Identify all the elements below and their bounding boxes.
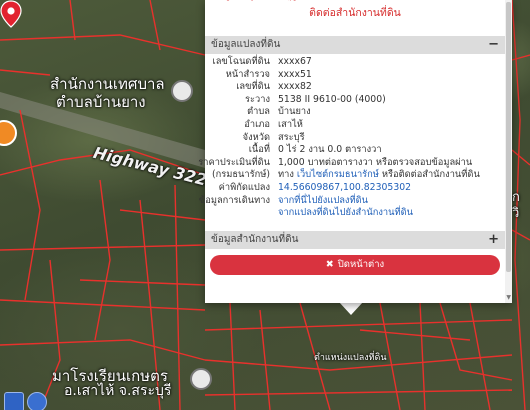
detail-value: 1,000 บาทต่อตารางวา หรือตรวจสอบข้อมูลผ่า… — [278, 156, 473, 168]
expand-icon[interactable]: + — [488, 231, 499, 249]
parcel-detail-row: จากแปลงที่ดินไปยังสำนักงานที่ดิน — [205, 207, 505, 220]
parcel-detail-row: เลขที่ดิน xxxx82 — [205, 81, 505, 94]
detail-key: จังหวัด — [242, 131, 270, 143]
close-window-button[interactable]: ✖ ปิดหน้าต่าง — [210, 255, 500, 275]
parcel-detail-row: จังหวัด สระบุรี — [205, 132, 505, 145]
map-layer-button[interactable] — [4, 392, 24, 410]
detail-value: ทาง เว็บไซต์กรมธนารักษ์ หรือติดต่อสำนักง… — [278, 169, 480, 182]
parcel-boundary — [204, 319, 513, 331]
parcel-detail-row: ข้อมูลการเดินทาง จากที่นี่ไปยังแปลงที่ดิน — [199, 195, 505, 208]
detail-value: สระบุรี — [278, 131, 305, 143]
detail-key: ระวาง — [245, 93, 270, 105]
detail-key: อำเภอ — [244, 118, 270, 130]
detail-link[interactable]: จากแปลงที่ดินไปยังสำนักงานที่ดิน — [278, 207, 413, 220]
detail-value: เสาไห้ — [278, 118, 303, 130]
detail-value-text: ทาง — [278, 169, 297, 181]
close-window-label: ปิดหน้าต่าง — [337, 259, 385, 270]
office-section-header[interactable]: ข้อมูลสำนักงานที่ดิน + — [205, 231, 505, 249]
treasury-website-link[interactable]: เว็บไซต์กรมธนารักษ์ — [297, 169, 379, 180]
parcel-info-popup: ติดต่อสำนักงานที่ดิน ติดต่อสำนักงานที่ดิ… — [198, 0, 512, 303]
detail-key: ค่าพิกัดแปลง — [218, 181, 270, 193]
detail-value: 0 ไร่ 2 งาน 0.0 ตารางวา — [278, 144, 382, 156]
collapse-icon[interactable]: − — [488, 36, 499, 54]
detail-value: xxxx51 — [278, 68, 312, 80]
parcel-detail-row: ตำบล บ้านยาง — [205, 106, 505, 119]
detail-key: ตำบล — [247, 106, 270, 118]
close-icon: ✖ — [325, 259, 334, 270]
parcel-detail-row: ระวาง 5138 II 9610-00 (4000) — [205, 94, 505, 107]
parcel-boundary — [119, 209, 206, 221]
parcel-detail-row: หน้าสำรวจ xxxx51 — [205, 69, 505, 82]
detail-key: เนื้อที่ — [248, 144, 270, 156]
parcel-boundary — [511, 229, 530, 241]
contact-note-prev-line: ติดต่อสำนักงานที่ดิน — [225, 0, 495, 1]
parcel-boundary — [0, 339, 206, 361]
scroll-down-icon[interactable]: ▼ — [506, 294, 511, 301]
contact-land-office-note: ติดต่อสำนักงานที่ดิน — [309, 7, 401, 19]
detail-value: บ้านยาง — [278, 106, 311, 118]
parcel-boundary — [439, 302, 513, 381]
map-locate-button[interactable] — [27, 392, 47, 410]
detail-key: เลขโฉนดที่ดิน — [212, 56, 270, 67]
parcel-boundary — [0, 34, 206, 56]
map-label-parcel-marker: ตำแหน่งแปลงที่ดิน — [314, 353, 387, 363]
parcel-boundary — [511, 54, 530, 61]
parcel-detail-list: เลขโฉนดที่ดิน xxxx67 หน้าสำรวจ xxxx51 เลขที่… — [198, 56, 505, 220]
parcel-boundary — [204, 389, 513, 396]
school-poi-icon[interactable] — [190, 368, 212, 390]
popup-scrollbar[interactable]: ▼ — [505, 0, 512, 303]
detail-link[interactable]: 14.56609867,100.82305302 — [278, 182, 411, 195]
detail-key: (กรมธนารักษ์) — [211, 169, 270, 181]
parcel-boundary — [79, 279, 206, 286]
detail-key: เลขที่ดิน — [236, 81, 270, 93]
parcel-boundary — [259, 309, 271, 410]
parcel-boundary — [0, 69, 51, 76]
parcel-boundary — [0, 244, 206, 251]
scrollbar-thumb[interactable] — [506, 2, 511, 272]
parcel-boundary — [174, 184, 181, 410]
detail-key: ราคาประเมินที่ดิน — [198, 156, 270, 168]
popup-tail — [339, 302, 363, 315]
parcel-detail-row: ราคาประเมินที่ดิน 1,000 บาทต่อตารางวา หรื… — [198, 156, 505, 170]
map-label-district: อ.เสาไห้ จ.สระบุรี — [64, 383, 172, 399]
map-label-edge: วิ — [512, 206, 520, 221]
map-label-subdistrict: ตำบลบ้านยาง — [56, 93, 146, 111]
detail-key: ข้อมูลการเดินทาง — [198, 194, 270, 206]
detail-key: หน้าสำรวจ — [225, 68, 270, 80]
parcel-detail-row: เลขโฉนดที่ดิน xxxx67 — [205, 56, 505, 69]
parcel-boundary — [94, 179, 111, 341]
parcel-boundary — [19, 109, 41, 301]
detail-value: xxxx82 — [278, 81, 312, 93]
parcel-section-header[interactable]: ข้อมูลแปลงที่ดิน − — [205, 36, 505, 54]
parcel-detail-row: (กรมธนารักษ์) ทาง เว็บไซต์กรมธนารักษ์ หรื… — [205, 169, 505, 182]
parcel-detail-row: อำเภอ เสาไห้ — [205, 119, 505, 132]
office-section-title: ข้อมูลสำนักงานที่ดิน — [211, 234, 299, 245]
parcel-section-title: ข้อมูลแปลงที่ดิน — [211, 39, 281, 50]
detail-value: xxxx67 — [278, 56, 312, 67]
detail-value-text: หรือติดต่อสำนักงานที่ดิน — [378, 169, 480, 181]
parcel-boundary — [511, 149, 530, 166]
parcel-detail-row: เนื้อที่ 0 ไร่ 2 งาน 0.0 ตารางวา — [205, 144, 505, 157]
location-pin-icon[interactable] — [0, 0, 22, 28]
parcel-boundary — [69, 0, 76, 41]
parcel-boundary — [359, 329, 471, 341]
detail-value: 5138 II 9610-00 (4000) — [278, 93, 386, 105]
parcel-boundary — [419, 302, 426, 410]
government-poi-icon[interactable] — [171, 80, 193, 102]
parcel-detail-row: ค่าพิกัดแปลง 14.56609867,100.82305302 — [205, 182, 505, 195]
detail-link[interactable]: จากที่นี่ไปยังแปลงที่ดิน — [278, 195, 368, 208]
